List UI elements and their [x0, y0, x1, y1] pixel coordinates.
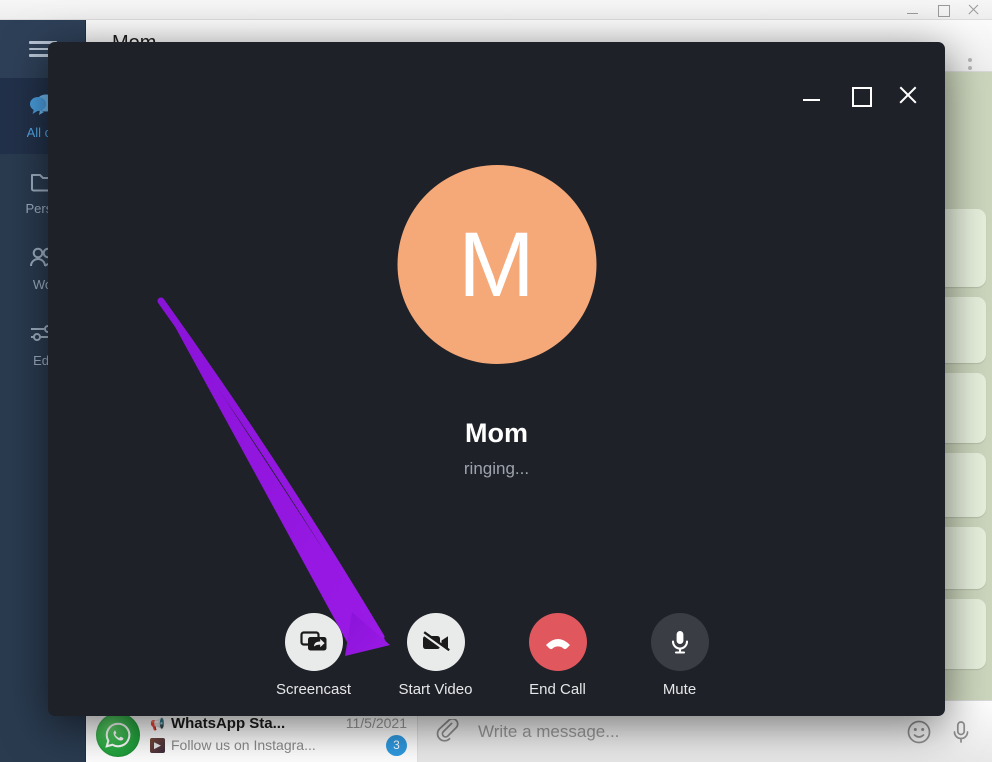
- whatsapp-logo-icon: [96, 713, 140, 757]
- minimize-icon[interactable]: [906, 3, 920, 17]
- end-call-label: End Call: [529, 681, 586, 698]
- call-actions: Screencast Start Video End Call Mute: [48, 613, 945, 698]
- smiley-icon[interactable]: [906, 719, 932, 745]
- video-off-icon: [406, 613, 465, 671]
- microphone-icon[interactable]: [948, 719, 974, 745]
- window-controls: [906, 0, 988, 20]
- close-icon[interactable]: [897, 84, 919, 106]
- avatar-initial: M: [458, 213, 535, 316]
- list-item[interactable]: 📢 WhatsApp Sta... 11/5/2021 ▶ Follow us …: [86, 708, 417, 762]
- end-call-button[interactable]: End Call: [515, 613, 601, 698]
- contact-name: Mom: [465, 418, 528, 448]
- call-dialog-window-controls: [801, 84, 919, 107]
- close-icon[interactable]: [966, 3, 980, 17]
- start-video-button[interactable]: Start Video: [393, 613, 479, 698]
- screencast-icon: [284, 613, 343, 671]
- megaphone-icon: 📢: [150, 716, 165, 731]
- mute-button[interactable]: Mute: [637, 613, 723, 698]
- list-item-title: WhatsApp Sta...: [170, 714, 286, 732]
- image-thumbnail-icon: ▶: [150, 737, 165, 753]
- start-video-label: Start Video: [398, 681, 473, 698]
- screencast-button[interactable]: Screencast: [271, 613, 357, 698]
- paperclip-icon[interactable]: [436, 718, 462, 745]
- list-item-date: 11/5/2021: [345, 714, 407, 731]
- call-dialog: M Mom ringing... Screencast Start Video …: [48, 42, 945, 716]
- call-status: ringing...: [463, 459, 530, 478]
- message-input[interactable]: [478, 721, 890, 742]
- minimize-icon[interactable]: [801, 84, 823, 106]
- window-titlebar: [0, 0, 992, 20]
- maximize-icon[interactable]: [936, 3, 950, 17]
- maximize-icon[interactable]: [849, 84, 872, 107]
- microphone-icon: [650, 613, 709, 671]
- mute-label: Mute: [662, 681, 697, 698]
- list-item-content: 📢 WhatsApp Sta... 11/5/2021 ▶ Follow us …: [150, 715, 407, 756]
- avatar: M: [397, 165, 596, 364]
- list-item-subtitle: Follow us on Instagra...: [171, 737, 316, 753]
- end-call-icon: [528, 613, 587, 671]
- unread-badge: 3: [386, 734, 407, 756]
- screencast-label: Screencast: [275, 681, 352, 698]
- screen: All ch Perso Wo Edi 📢 WhatsApp Sta... 11…: [0, 0, 992, 762]
